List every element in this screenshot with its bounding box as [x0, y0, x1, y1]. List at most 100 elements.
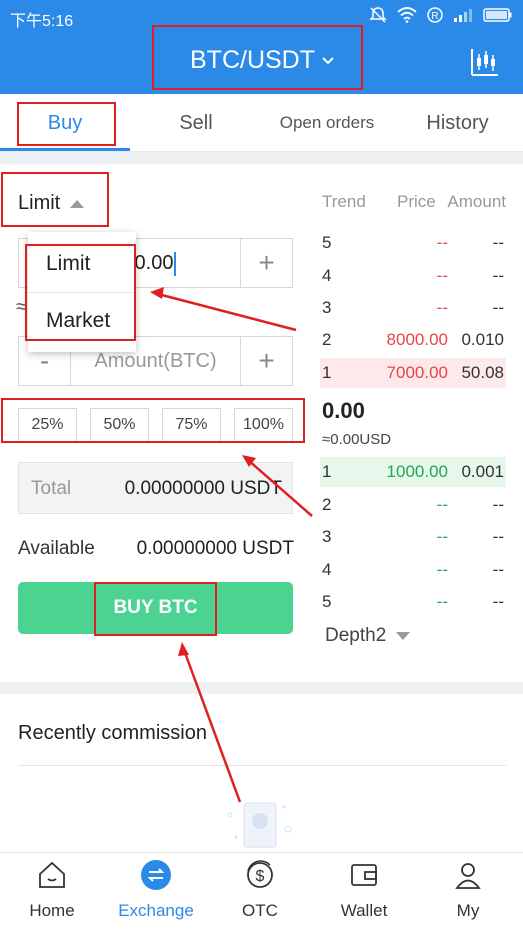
available-value: 0.00000000 USDT	[136, 538, 294, 559]
bid-row[interactable]: 2 -- --	[320, 490, 506, 520]
bid-price: --	[436, 560, 448, 579]
annotation-box-buy-button	[94, 582, 217, 636]
ask-level: 2	[322, 330, 332, 349]
nav-my-label: My	[456, 901, 480, 920]
depth-label: Depth2	[325, 625, 387, 646]
ask-row[interactable]: 4 -- --	[320, 261, 506, 291]
caret-down-icon	[396, 632, 411, 640]
nav-wallet[interactable]: Wallet	[312, 853, 416, 931]
bid-price: --	[436, 592, 448, 611]
nav-otc-label: OTC	[242, 901, 278, 920]
ask-price: --	[436, 266, 448, 285]
depth-selector[interactable]: Depth2	[325, 625, 411, 647]
dollar-icon: $	[247, 860, 273, 888]
bid-price: 1000.00	[386, 462, 448, 481]
home-icon	[39, 861, 65, 888]
ask-amount: 50.08	[461, 363, 504, 382]
nav-my[interactable]: My	[416, 853, 520, 931]
header-amount: Amount	[447, 192, 506, 211]
bid-row[interactable]: 4 -- --	[320, 555, 506, 585]
nav-wallet-label: Wallet	[340, 901, 388, 920]
status-time: 下午5:16	[10, 13, 74, 30]
annotation-box-buy-tab	[17, 102, 116, 146]
ask-row[interactable]: 2 8000.00 0.010	[320, 325, 506, 355]
bid-level: 4	[322, 560, 332, 579]
header-price: Price	[397, 192, 436, 211]
bid-amount: --	[492, 560, 504, 579]
ask-row[interactable]: 5 -- --	[320, 228, 506, 258]
bid-level: 5	[322, 592, 332, 611]
ask-level: 3	[322, 298, 332, 317]
amount-plus-button[interactable]: +	[240, 337, 292, 385]
bid-level: 2	[322, 495, 332, 514]
ask-row[interactable]: 3 -- --	[320, 293, 506, 323]
annotation-box-dropdown	[25, 244, 136, 341]
available-label: Available	[18, 538, 95, 559]
bid-row[interactable]: 5 -- --	[320, 587, 506, 617]
bid-amount: --	[492, 527, 504, 546]
section-divider	[0, 682, 523, 694]
last-price-fiat: ≈0.00USD	[322, 431, 392, 448]
bid-amount: --	[492, 592, 504, 611]
battery-icon	[483, 8, 512, 22]
candlestick-chart-icon[interactable]	[469, 46, 501, 78]
bid-level: 3	[322, 527, 332, 546]
empty-state-icon	[227, 802, 292, 848]
available-balance: Available 0.00000000 USDT	[18, 538, 294, 560]
annotation-box-order-type	[1, 172, 109, 227]
bid-amount: 0.001	[461, 462, 504, 481]
annotation-box-percent	[1, 398, 305, 443]
svg-text:$: $	[256, 868, 265, 885]
arrow-head	[150, 287, 164, 299]
ask-price: 7000.00	[386, 363, 448, 382]
user-icon	[455, 863, 481, 889]
bid-row[interactable]: 3 -- --	[320, 522, 506, 552]
svg-text:R: R	[431, 11, 438, 22]
ask-price: --	[436, 233, 448, 252]
exchange-icon	[141, 860, 171, 890]
recent-commission-title: Recently commission	[18, 722, 207, 744]
wifi-icon	[397, 7, 417, 23]
status-icons: R	[369, 6, 513, 24]
total-value: 0.00000000 USDT	[124, 478, 282, 499]
nav-otc[interactable]: $ OTC	[208, 853, 312, 931]
tab-sell[interactable]: Sell	[131, 94, 261, 152]
tab-open-orders[interactable]: Open orders	[262, 94, 392, 152]
nav-exchange[interactable]: Exchange	[104, 853, 208, 931]
nav-home[interactable]: Home	[0, 853, 104, 931]
recent-divider	[18, 765, 506, 766]
nav-home-label: Home	[29, 901, 75, 920]
ask-level: 5	[322, 233, 332, 252]
ask-price: 8000.00	[386, 330, 448, 349]
signal-icon	[454, 9, 472, 22]
ask-amount: --	[492, 233, 504, 252]
price-value: 0.00	[134, 252, 174, 274]
price-plus-button[interactable]: +	[240, 239, 292, 287]
bid-amount: --	[492, 495, 504, 514]
tab-history[interactable]: History	[392, 94, 523, 152]
last-price: 0.00	[322, 398, 365, 423]
annotation-box-pair	[152, 25, 363, 90]
ask-row[interactable]: 1 7000.00 50.08	[320, 358, 506, 388]
amount-placeholder: Amount(BTC)	[94, 350, 217, 372]
wallet-icon	[351, 864, 377, 886]
bid-row[interactable]: 1 1000.00 0.001	[320, 457, 506, 487]
nav-exchange-label: Exchange	[118, 901, 194, 920]
mute-icon	[369, 7, 387, 23]
bid-level: 1	[322, 462, 332, 481]
bid-price: --	[436, 527, 448, 546]
ask-amount: --	[492, 266, 504, 285]
ask-level: 1	[322, 363, 332, 382]
section-divider	[0, 152, 523, 164]
bottom-nav: Home Exchange $ OTC Wallet My	[0, 852, 523, 931]
ask-amount: --	[492, 298, 504, 317]
bid-price: --	[436, 495, 448, 514]
total-field: Total 0.00000000 USDT	[18, 462, 293, 514]
ask-amount: 0.010	[461, 330, 504, 349]
text-cursor	[174, 251, 177, 276]
total-label: Total	[31, 478, 72, 499]
arrow-line	[157, 292, 297, 332]
active-tab-indicator	[0, 148, 130, 151]
ask-level: 4	[322, 266, 332, 285]
header-trend: Trend	[322, 192, 366, 211]
